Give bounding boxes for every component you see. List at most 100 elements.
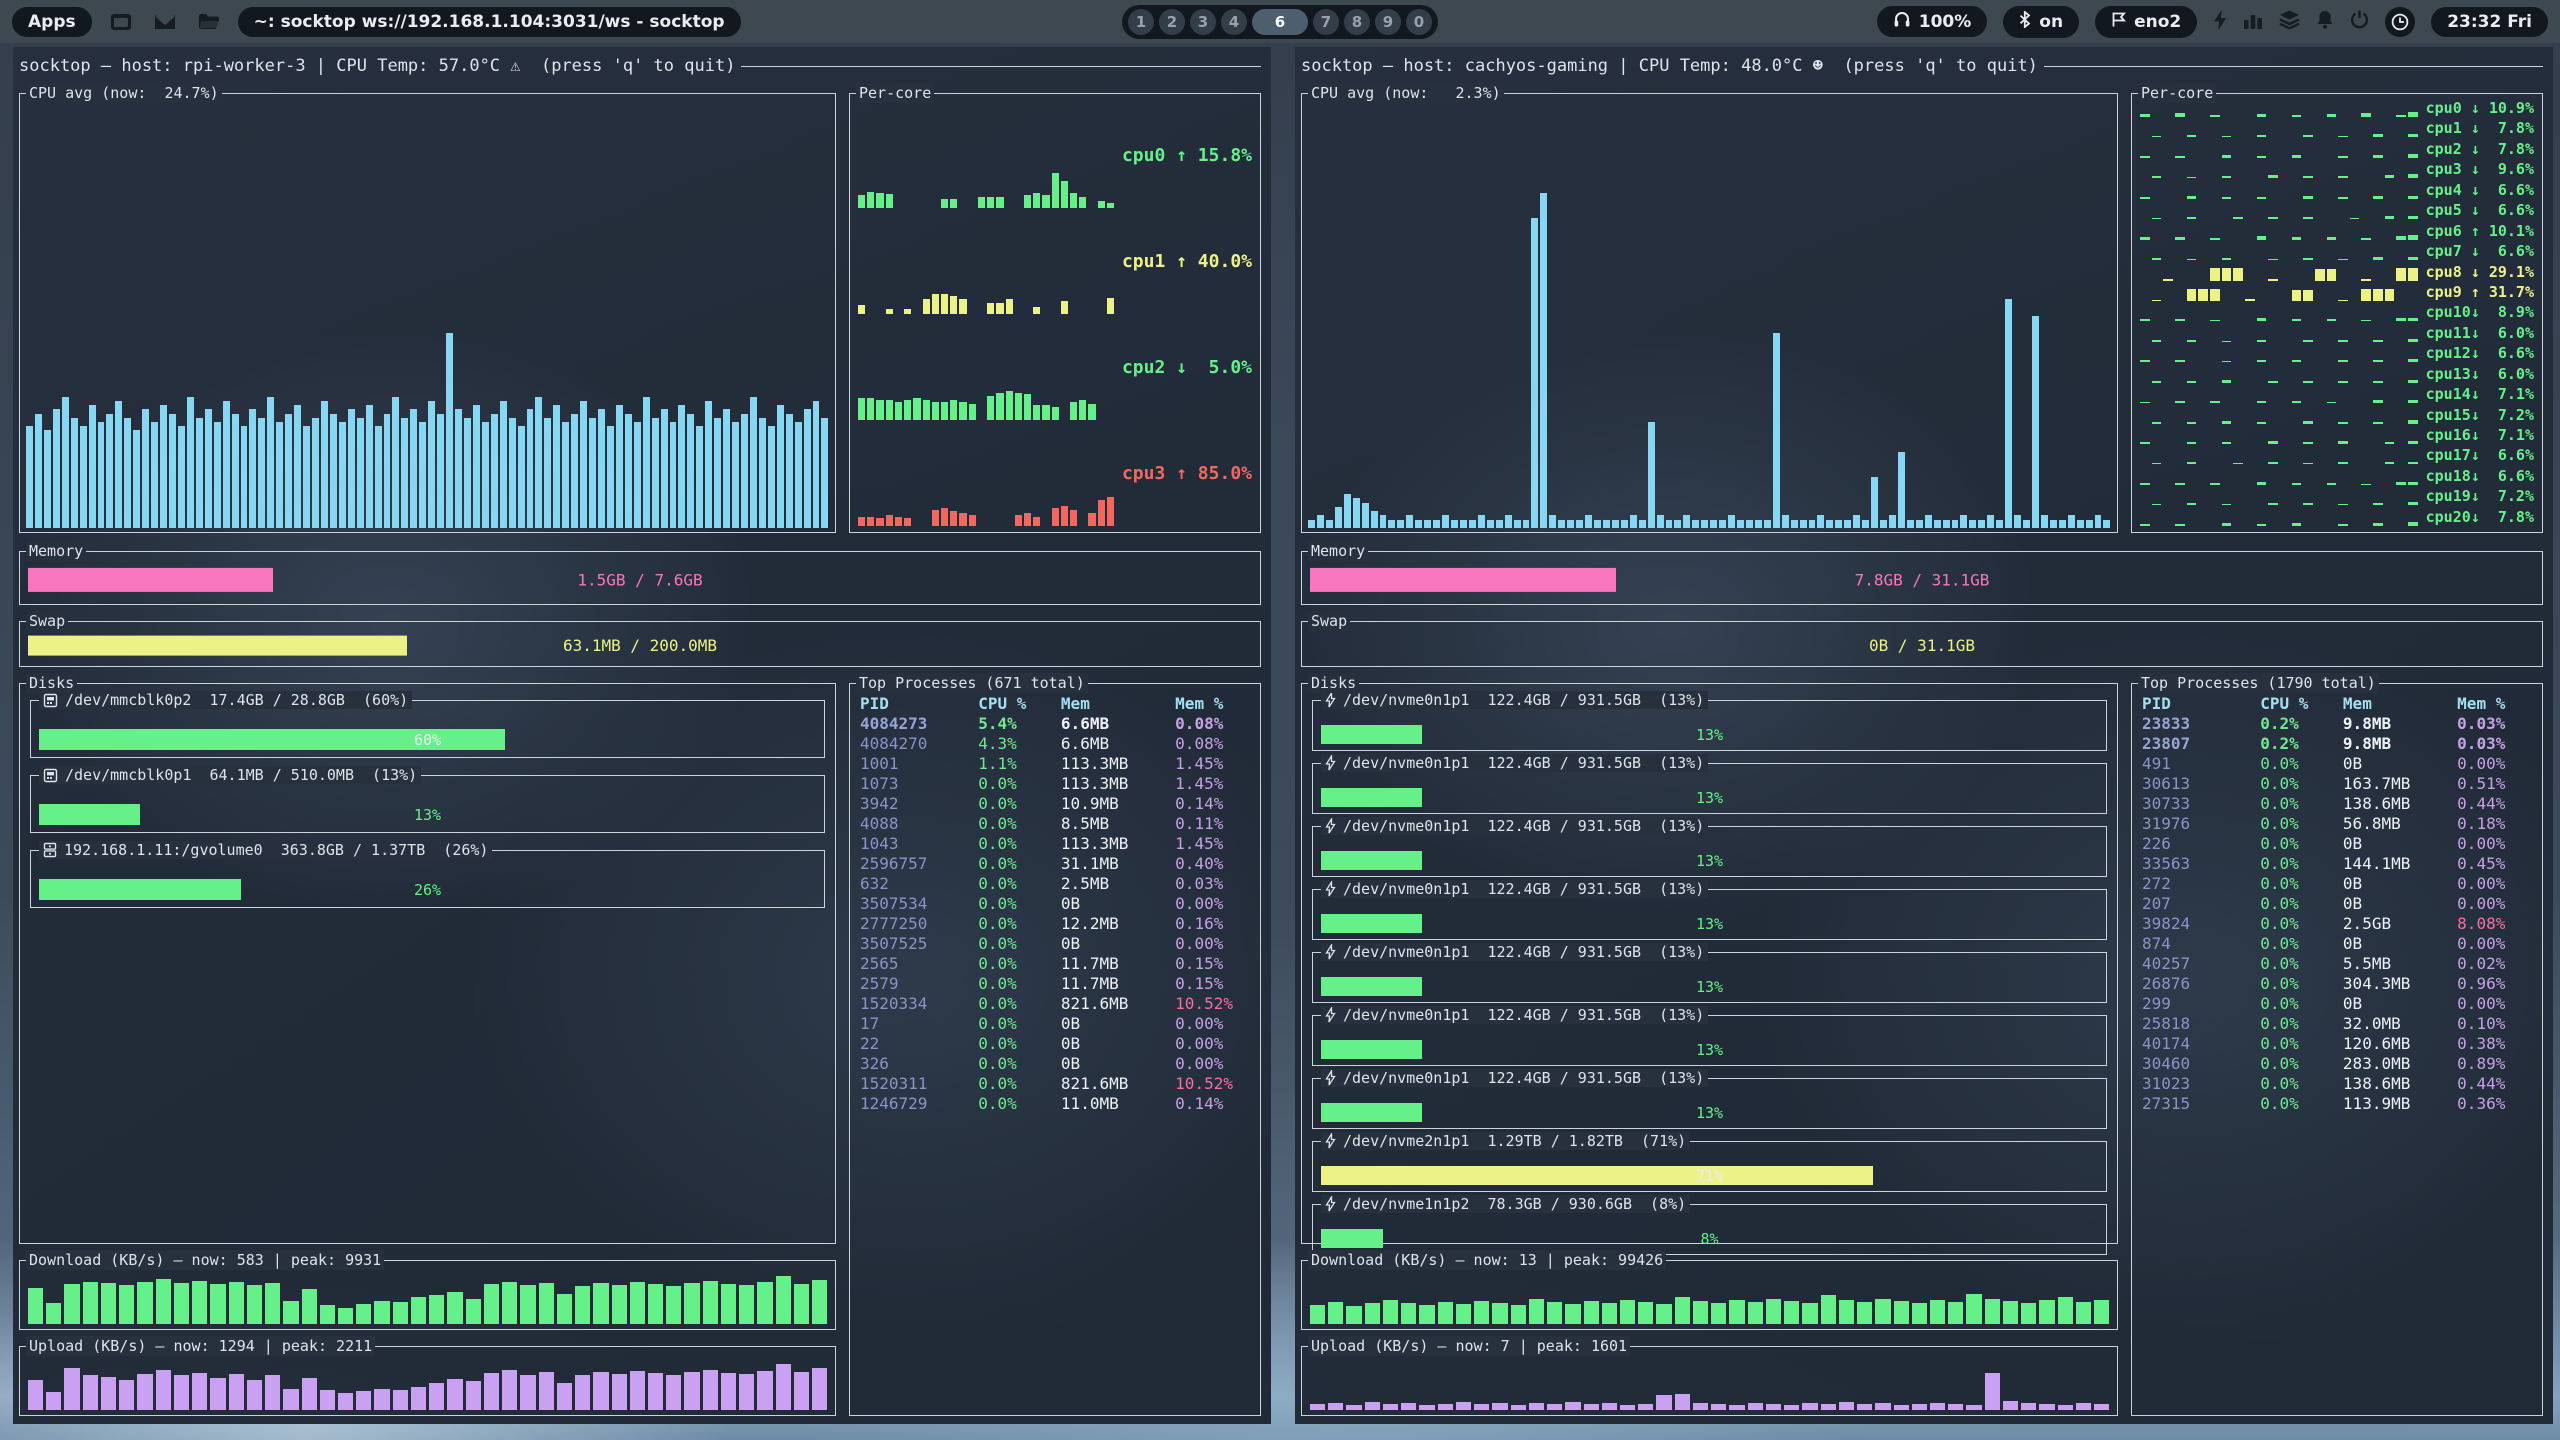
power-profile-icon[interactable]	[2213, 10, 2227, 34]
chart-bar	[1362, 503, 1369, 528]
disk-item-text: /dev/nvme0n1p1 122.4GB / 931.5GB (13%)	[1343, 817, 1704, 835]
headphones-icon	[1893, 11, 1911, 32]
process-cell: 2.5GB	[2343, 914, 2457, 934]
chart-bar	[1966, 1294, 1981, 1324]
process-cell: 0.0%	[2260, 1014, 2343, 1034]
process-cell: 0.08%	[1175, 714, 1254, 734]
process-cell: 56.8MB	[2343, 814, 2457, 834]
core-sparkline	[2140, 145, 2418, 158]
process-cell: 138.6MB	[2343, 794, 2457, 814]
workspace-7[interactable]: 7	[1313, 9, 1339, 35]
chart-bar	[247, 1285, 262, 1324]
chart-bar	[1675, 1297, 1690, 1324]
chart-bar	[392, 397, 399, 528]
chart-bar	[53, 409, 60, 528]
core-row: cpu16↓ 7.1%	[2140, 429, 2534, 444]
workspace-2[interactable]: 2	[1159, 9, 1185, 35]
bell-icon[interactable]	[2316, 10, 2334, 33]
volume-indicator[interactable]: 100%	[1877, 6, 1988, 37]
chart-bar	[2005, 299, 2012, 528]
chart-bar	[2039, 1404, 2054, 1410]
chart-bar	[229, 1374, 244, 1410]
cpu-avg-title: CPU avg (now: 24.7%)	[26, 83, 222, 103]
chart-bar	[544, 418, 551, 528]
chart-bar	[687, 414, 694, 528]
workspace-9[interactable]: 9	[1375, 9, 1401, 35]
process-cell: 17	[860, 1014, 978, 1034]
chart-bar	[466, 1381, 481, 1410]
process-cell: 632	[860, 874, 978, 894]
disk-usage-bar: 13%	[1321, 1103, 2098, 1122]
workspace-0[interactable]: 0	[1406, 9, 1432, 35]
chart-bar	[473, 405, 480, 528]
process-row: 319760.0%56.8MB0.18%	[2142, 814, 2536, 834]
process-cell: 0.0%	[2260, 754, 2343, 774]
workspace-6[interactable]: 6	[1252, 9, 1308, 35]
workspace-3[interactable]: 3	[1190, 9, 1216, 35]
process-row: 35075250.0%0B0.00%	[860, 934, 1254, 954]
folder-icon[interactable]	[198, 13, 220, 30]
chart-bar	[1925, 515, 1932, 528]
workspace-8[interactable]: 8	[1344, 9, 1370, 35]
chart-bar	[648, 1284, 663, 1324]
chart-bar	[1565, 1304, 1580, 1324]
chart-bar	[1862, 520, 1869, 528]
chart-bar	[1456, 1304, 1471, 1324]
chart-bar	[1478, 515, 1485, 528]
process-cell: 0.2%	[2260, 714, 2343, 734]
chart-bar	[411, 1387, 426, 1410]
download-panel: Download (KB/s) — now: 13 | peak: 99426	[1301, 1260, 2118, 1330]
power-icon[interactable]	[2350, 10, 2369, 33]
workspace-4[interactable]: 4	[1221, 9, 1247, 35]
chart-bar	[1821, 1295, 1836, 1324]
network-indicator[interactable]: eno2	[2095, 6, 2197, 38]
chart-bar	[1978, 520, 1985, 528]
core-sparkline	[2140, 492, 2418, 505]
chart-bar	[1474, 1301, 1489, 1324]
disk-item: /dev/nvme0n1p1 122.4GB / 931.5GB (13%)13…	[1312, 1078, 2107, 1129]
chart-bar	[1985, 1373, 2000, 1410]
window-title[interactable]: ~: socktop ws://192.168.1.104:3031/ws - …	[238, 7, 741, 37]
chart-bar	[812, 1368, 827, 1410]
disks-panel: Disks /dev/nvme0n1p1 122.4GB / 931.5GB (…	[1301, 683, 2118, 1244]
window-icon[interactable]	[110, 13, 132, 31]
chart-bar	[1894, 1301, 1909, 1324]
chart-bar	[2103, 520, 2110, 528]
chart-bar	[28, 1288, 43, 1324]
clock-icon[interactable]	[2385, 7, 2415, 37]
disk-usage-label: 13%	[1321, 789, 2098, 807]
process-cell: 0.0%	[2260, 1074, 2343, 1094]
layers-icon[interactable]	[2279, 10, 2300, 33]
workspace-1[interactable]: 1	[1128, 9, 1154, 35]
process-cell: 0.0%	[2260, 954, 2343, 974]
chart-bar	[666, 1286, 681, 1324]
chart-bar	[1880, 520, 1887, 528]
chart-bar	[1710, 520, 1717, 528]
disk-item-title: /dev/nvme0n1p1 122.4GB / 931.5GB (13%)	[1321, 880, 1708, 898]
chart-bar	[1912, 1404, 1927, 1410]
process-row: 2990.0%0B0.00%	[2142, 994, 2536, 1014]
disk-item-title: /dev/nvme0n1p1 122.4GB / 931.5GB (13%)	[1321, 1069, 1708, 1087]
nvme-icon	[1325, 1196, 1336, 1212]
chart-bar	[223, 401, 230, 528]
chart-bar	[1335, 507, 1342, 528]
terminal-right[interactable]: socktop — host: cachyos-gaming | CPU Tem…	[1295, 47, 2553, 1424]
process-cell: 2777250	[860, 914, 978, 934]
process-cell: 1246729	[860, 1094, 978, 1114]
chart-bar	[1737, 520, 1744, 528]
process-cell: 0.0%	[978, 1054, 1061, 1074]
mail-icon[interactable]	[154, 14, 176, 30]
process-cell: 0.0%	[978, 774, 1061, 794]
bluetooth-indicator[interactable]: on	[2003, 6, 2079, 38]
apps-button[interactable]: Apps	[12, 7, 92, 37]
stats-icon[interactable]	[2243, 11, 2263, 33]
terminal-left[interactable]: socktop — host: rpi-worker-3 | CPU Temp:…	[13, 47, 1271, 1424]
disk-item-text: /dev/mmcblk0p1 64.1MB / 510.0MB (13%)	[65, 766, 417, 784]
process-cell: 0.0%	[2260, 994, 2343, 1014]
clock-pill[interactable]: 23:32 Fri	[2431, 7, 2548, 37]
process-cell: 27315	[2142, 1094, 2260, 1114]
disk-usage-label: 13%	[1321, 1041, 2098, 1059]
core-sparkline	[2140, 125, 2418, 138]
process-table: PIDCPU %MemMem %40842735.4%6.6MB0.08%408…	[860, 694, 1254, 1409]
process-row: 306130.0%163.7MB0.51%	[2142, 774, 2536, 794]
